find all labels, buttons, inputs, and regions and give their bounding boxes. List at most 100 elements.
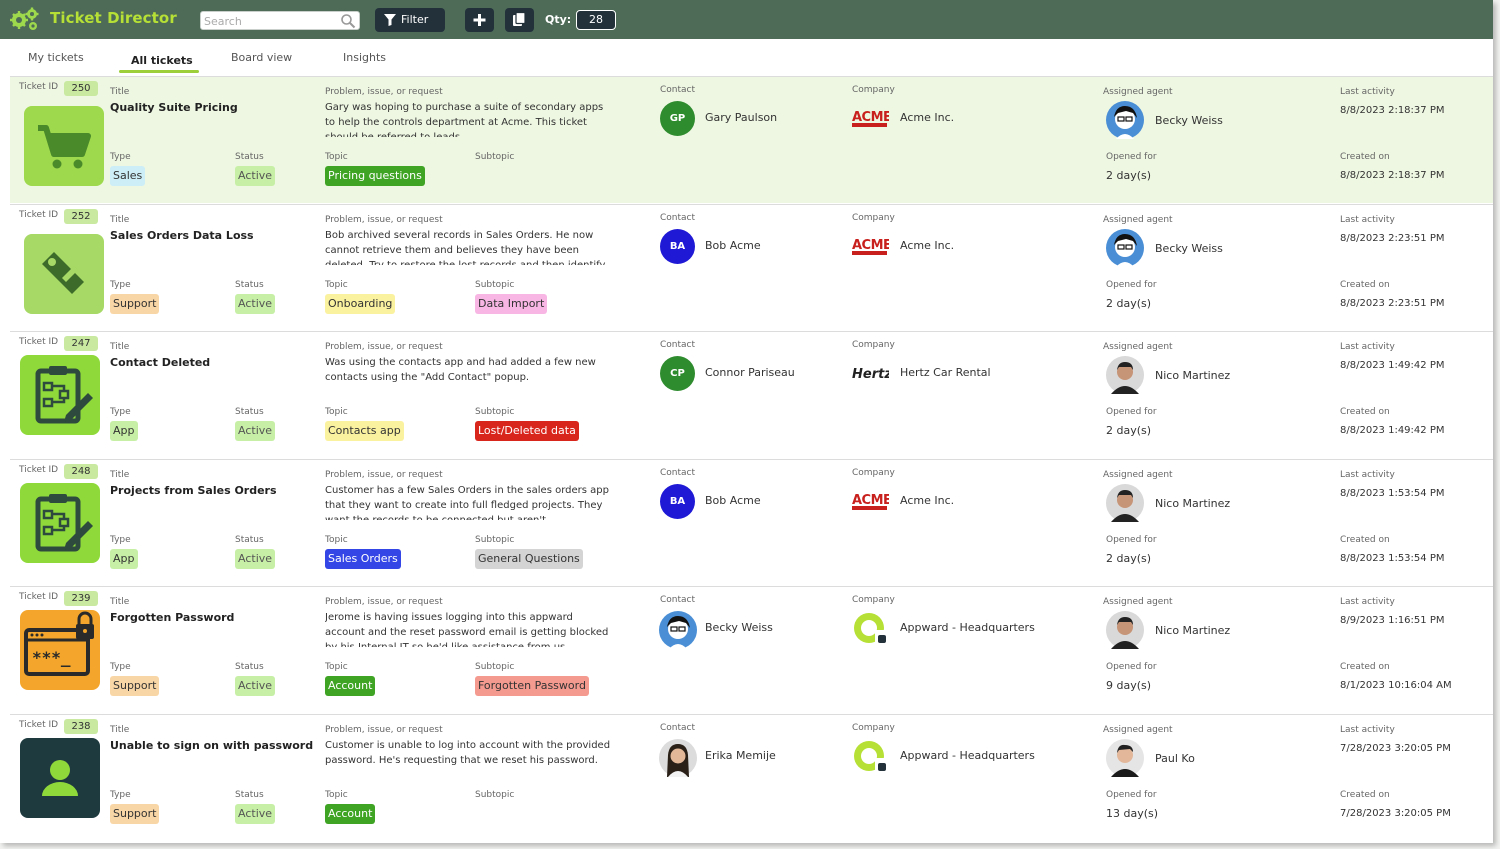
contact-avatar[interactable]: GP [660,101,695,136]
filter-button[interactable]: Filter [375,8,445,32]
topic-label: Topic [325,279,348,290]
agent-name[interactable]: Paul Ko [1155,752,1195,765]
ticket-title[interactable]: Quality Suite Pricing [110,101,238,114]
tab-all-tickets[interactable]: All tickets [131,54,193,67]
ticket-id-badge: 250 [64,81,98,96]
ticket-id-badge: 247 [64,336,98,352]
subtopic-badge: Lost/Deleted data [475,421,579,442]
active-tab-indicator [119,70,199,73]
ticket-row[interactable]: Ticket ID 250 Title Quality Suite Pricing P… [10,76,1493,203]
ticket-id-label: Ticket ID [19,720,59,730]
company-name[interactable]: Acme Inc. [900,239,954,252]
ticket-title[interactable]: Contact Deleted [110,356,210,369]
ticket-id-label: Ticket ID [19,209,59,220]
company-logo [851,609,889,647]
search-input[interactable]: Search [200,11,360,30]
password-lock-icon: ***_ [24,611,94,677]
company-name[interactable]: Acme Inc. [900,494,954,507]
company-name[interactable]: Acme Inc. [900,111,954,124]
agent-avatar[interactable] [1106,356,1144,395]
contact-avatar[interactable]: CP [660,356,695,392]
copy-icon [513,11,526,26]
contact-avatar[interactable]: BA [660,228,695,264]
tab-insights[interactable]: Insights [343,51,386,64]
topic-badge: Pricing questions [325,166,425,186]
agent-avatar[interactable] [1106,228,1144,267]
status-badge: Active [235,548,276,569]
assigned-agent-label: Assigned agent [1103,87,1173,97]
created-on-value: 8/1/2023 10:16:04 AM [1340,680,1452,692]
problem-label: Problem, issue, or request [325,469,443,480]
created-on-label: Created on [1340,790,1390,800]
type-badge: Sales [110,166,146,186]
type-badge: Support [110,804,160,824]
contact-label: Contact [660,467,696,478]
last-activity-value: 8/8/2023 1:53:54 PM [1340,487,1445,499]
copy-button[interactable] [505,8,534,32]
company-name[interactable]: Appward - Headquarters [900,749,1035,762]
contact-avatar[interactable]: BA [660,483,695,519]
subtopic-label: Subtopic [475,152,515,162]
status-label: Status [235,534,264,545]
clipboard-edit-icon [35,493,93,552]
last-activity-value: 8/9/2023 1:16:51 PM [1340,615,1445,627]
filter-label: Filter [401,13,429,26]
contact-label: Contact [660,340,696,351]
company-name[interactable]: Hertz Car Rental [900,366,991,379]
agent-name[interactable]: Nico Martinez [1155,624,1230,637]
app-title: Ticket Director [50,9,177,27]
ticket-row[interactable]: Ticket ID 247 Title Contact Deleted Problem… [10,331,1493,458]
ticket-row[interactable]: Ticket ID 252 Title Sales Orders Data Loss… [10,203,1493,331]
top-bar: Ticket Director Search Filter Qty: 28 [0,0,1493,39]
contact-name[interactable]: Erika Memije [705,749,776,762]
agent-avatar[interactable] [1106,483,1144,522]
contact-name[interactable]: Connor Pariseau [705,366,795,379]
problem-label: Problem, issue, or request [325,725,443,735]
last-activity-label: Last activity [1340,725,1395,735]
ticket-row[interactable]: Ticket ID 248 Title Projects from Sales Or… [10,458,1493,586]
opened-for-value: 2 day(s) [1106,424,1152,438]
agent-name[interactable]: Becky Weiss [1155,114,1223,127]
subtopic-label: Subtopic [475,790,515,800]
ticket-id-badge: 252 [64,208,98,224]
ticket-title[interactable]: Forgotten Password [110,611,234,624]
add-ticket-button[interactable] [465,8,494,32]
contact-name[interactable]: Bob Acme [705,494,761,507]
last-activity-label: Last activity [1340,342,1395,353]
ticket-title[interactable]: Unable to sign on with password [110,739,313,752]
ticket-description: Customer is unable to log into account w… [325,740,611,766]
ticket-row[interactable]: Ticket ID 238 Title Unable to sign on with… [10,714,1493,841]
tab-board-view[interactable]: Board view [231,51,292,64]
company-logo: ACME [851,482,892,520]
opened-for-value: 9 day(s) [1106,679,1152,693]
last-activity-label: Last activity [1340,469,1395,480]
status-label: Status [235,790,264,800]
topic-badge: Contacts app [325,421,404,442]
type-badge: App [110,421,138,442]
company-label: Company [852,595,895,606]
search-icon[interactable] [340,13,356,29]
svg-text:ACME: ACME [852,493,889,508]
agent-avatar[interactable] [1106,611,1144,650]
ticket-title[interactable]: Sales Orders Data Loss [110,229,254,242]
contact-name[interactable]: Gary Paulson [705,111,777,124]
contact-avatar[interactable] [659,611,697,650]
agent-avatar[interactable] [1106,101,1144,139]
topic-badge: Onboarding [325,293,396,314]
agent-name[interactable]: Nico Martinez [1155,497,1230,510]
opened-for-label: Opened for [1106,152,1157,162]
agent-name[interactable]: Becky Weiss [1155,242,1223,255]
contact-name[interactable]: Bob Acme [705,239,761,252]
company-name[interactable]: Appward - Headquarters [900,621,1035,634]
gears-logo-icon [10,7,39,30]
agent-name[interactable]: Nico Martinez [1155,369,1230,382]
ticket-title[interactable]: Projects from Sales Orders [110,484,277,497]
tab-my-tickets[interactable]: My tickets [28,51,84,64]
svg-text:ACME: ACME [852,110,889,125]
agent-avatar[interactable] [1106,739,1144,777]
last-activity-value: 8/8/2023 2:23:51 PM [1340,232,1445,244]
contact-avatar[interactable] [659,739,697,777]
ticket-row[interactable]: Ticket ID 239 ***_ Title Forgotten Passwor… [10,586,1493,713]
status-label: Status [235,662,264,673]
contact-name[interactable]: Becky Weiss [705,621,773,634]
